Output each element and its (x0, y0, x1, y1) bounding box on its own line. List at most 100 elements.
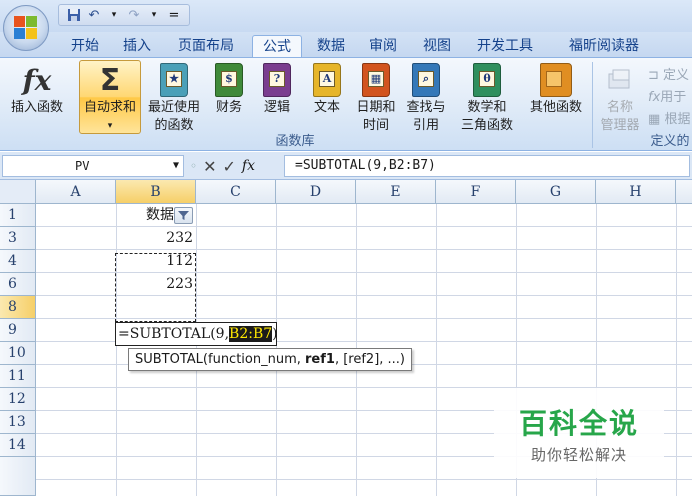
collapse-icon[interactable]: ◦ (190, 159, 197, 173)
tab-page-layout[interactable]: 页面布局 (166, 35, 246, 58)
row-header-4[interactable]: 4 (0, 250, 36, 273)
tooltip-rest: , [ref2], ...) (334, 352, 405, 367)
chevron-down-icon[interactable]: ▼ (173, 156, 179, 176)
tab-formulas[interactable]: 公式 (252, 35, 302, 58)
datetime-button[interactable]: ▦ 日期和 时间 (352, 58, 400, 134)
column-header-f[interactable]: F (436, 180, 516, 204)
row-header-6[interactable]: 6 (0, 273, 36, 296)
ribbon-tabs: 开始 插入 页面布局 公式 数据 审阅 视图 开发工具 福昕阅读器 (0, 32, 692, 58)
active-cell-b8[interactable]: =SUBTOTAL(9,B2:B7) (115, 322, 278, 346)
more-book-icon (540, 63, 572, 97)
tab-foxit-reader[interactable]: 福昕阅读器 (552, 35, 656, 58)
row-header-1[interactable]: 1 (0, 204, 36, 227)
grid-icon: ▦ (648, 112, 661, 127)
star-icon: ★ (166, 71, 182, 87)
create-from-selection-button[interactable]: ▦ 根据 (648, 108, 690, 127)
redo-icon[interactable]: ↷ (125, 7, 143, 23)
lookup-label-1: 查找与 (406, 100, 446, 115)
recent-functions-button[interactable]: ★ 最近使用 的函数 (142, 58, 206, 134)
tab-home[interactable]: 开始 (60, 35, 110, 58)
logical-label: 逻辑 (263, 100, 290, 115)
chevron-down-icon[interactable]: ▾ (105, 7, 123, 23)
row-header-12[interactable]: 12 (0, 388, 36, 411)
fx-icon[interactable]: fx (242, 158, 255, 174)
group-label-defined-names: 定义的 (650, 134, 690, 149)
datetime-label-1: 日期和 (356, 100, 396, 115)
more-functions-button[interactable]: 其他函数 (524, 58, 588, 134)
select-all-corner[interactable] (0, 180, 36, 204)
ribbon: fx 插入函数 Σ 自动求和 ▾ ★ 最近使用 的函数 $ 财务 ? 逻辑 A … (0, 57, 692, 151)
autosum-dropdown-icon[interactable]: ▾ (80, 117, 140, 135)
tab-review[interactable]: 审阅 (360, 35, 406, 58)
math-book-icon: θ (473, 63, 501, 97)
qat-customize[interactable]: = (165, 7, 183, 23)
column-header-partial[interactable] (676, 180, 692, 204)
tab-insert[interactable]: 插入 (114, 35, 160, 58)
financial-button[interactable]: $ 财务 (208, 58, 250, 134)
gridline (36, 479, 692, 480)
watermark-subtitle: 助你轻松解决 (530, 446, 627, 464)
office-logo-icon (14, 16, 38, 40)
text-button[interactable]: A 文本 (306, 58, 348, 134)
row-header-11[interactable]: 11 (0, 365, 36, 388)
row-header-13[interactable]: 13 (0, 411, 36, 434)
text-book-icon: A (313, 63, 341, 97)
column-header-c[interactable]: C (196, 180, 276, 204)
title-bar: ↶ ▾ ↷ ▾ = (0, 0, 692, 32)
lookup-button[interactable]: ⌕ 查找与 引用 (402, 58, 450, 134)
name-manager-icon (602, 61, 638, 99)
autosum-button[interactable]: Σ 自动求和 ▾ (80, 58, 140, 134)
column-header-h[interactable]: H (596, 180, 676, 204)
logical-button[interactable]: ? 逻辑 (256, 58, 298, 134)
use-in-formula-button[interactable]: fx用于 (648, 86, 686, 105)
name-box[interactable]: PV ▼ (2, 155, 184, 177)
group-separator (592, 62, 593, 148)
column-header-d[interactable]: D (276, 180, 356, 204)
column-header-g[interactable]: G (516, 180, 596, 204)
math-label-2: 三角函数 (460, 118, 513, 133)
recent-label-2: 的函数 (154, 118, 194, 133)
letter-a-icon: A (319, 71, 335, 87)
row-header-9[interactable]: 9 (0, 319, 36, 342)
cell-b3[interactable]: 232 (116, 227, 196, 250)
tab-view[interactable]: 视图 (414, 35, 460, 58)
row-header-8[interactable]: 8 (0, 296, 36, 319)
row-header-3[interactable]: 3 (0, 227, 36, 250)
books-icon (546, 71, 562, 87)
tab-developer[interactable]: 开发工具 (466, 35, 544, 58)
office-button[interactable] (3, 5, 49, 51)
logical-book-icon: ? (263, 63, 291, 97)
row-header-15[interactable] (0, 457, 36, 496)
insert-function-label: 插入函数 (10, 100, 63, 115)
theta-icon: θ (479, 71, 495, 87)
formula-input[interactable]: =SUBTOTAL(9,B2:B7) (284, 155, 690, 177)
text-label: 文本 (313, 100, 340, 115)
tooltip-fn[interactable]: SUBTOTAL(function_num, (135, 352, 305, 367)
more-functions-label: 其他函数 (529, 100, 582, 115)
save-icon[interactable] (65, 7, 83, 23)
define-name-label: 定义 (663, 68, 690, 83)
name-manager-label-1: 名称 (606, 100, 633, 115)
name-manager-button[interactable]: 名称 管理器 (596, 58, 644, 134)
insert-function-button[interactable]: fx 插入函数 (0, 58, 74, 134)
datetime-book-icon: ▦ (362, 63, 390, 97)
formula-buttons: ◦ ✕ ✓ fx (186, 155, 282, 177)
filter-button[interactable] (174, 207, 193, 224)
tab-data[interactable]: 数据 (308, 35, 354, 58)
enter-icon[interactable]: ✓ (222, 157, 235, 176)
column-header-a[interactable]: A (36, 180, 116, 204)
column-header-b[interactable]: B (116, 180, 196, 204)
cancel-icon[interactable]: ✕ (203, 157, 216, 176)
define-name-button[interactable]: ⊐ 定义 (648, 64, 689, 83)
math-button[interactable]: θ 数学和 三角函数 (452, 58, 522, 134)
row-header-10[interactable]: 10 (0, 342, 36, 365)
recent-label-1: 最近使用 (147, 100, 200, 115)
watermark: 百科全说 助你轻松解决 (494, 388, 664, 478)
row-header-14[interactable]: 14 (0, 434, 36, 457)
create-from-selection-label: 根据 (664, 112, 691, 127)
gridline (436, 204, 437, 496)
filter-icon (178, 211, 189, 220)
undo-icon[interactable]: ↶ (85, 7, 103, 23)
chevron-down-icon[interactable]: ▾ (145, 7, 163, 23)
column-header-e[interactable]: E (356, 180, 436, 204)
